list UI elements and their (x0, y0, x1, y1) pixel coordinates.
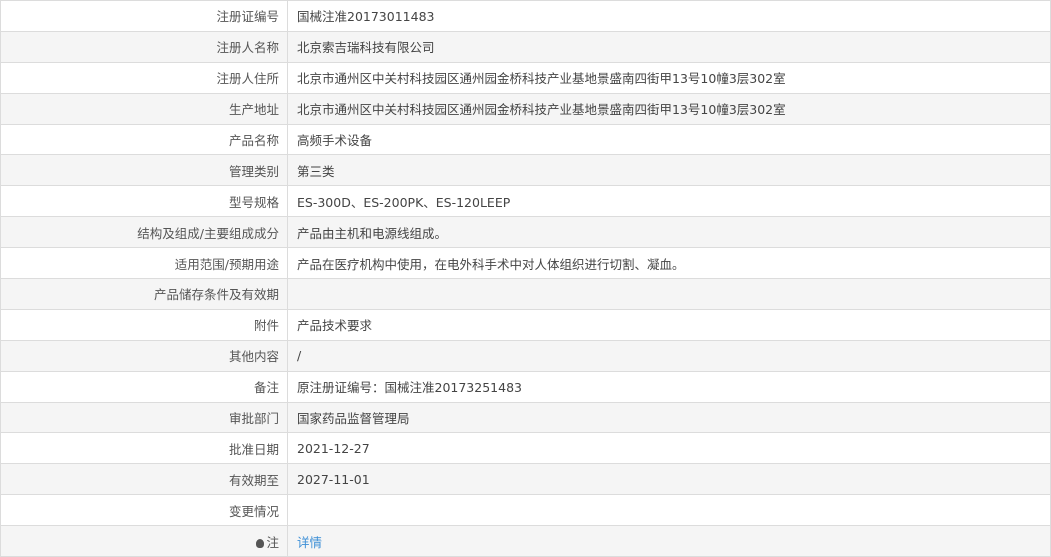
table-row: 生产地址 北京市通州区中关村科技园区通州园金桥科技产业基地景盛南四街甲13号10幢… (0, 92, 1051, 125)
field-value: / (287, 339, 1051, 372)
registration-details-table: 注册证编号 国械注准20173011483 注册人名称 北京索吉瑞科技有限公司 注册人住… (0, 0, 1051, 557)
field-label: 注册证编号 (0, 0, 288, 32)
table-row: 附件 产品技术要求 (0, 308, 1051, 341)
field-value: ES-300D、ES-200PK、ES-120LEEP (287, 185, 1051, 218)
field-value: 产品由主机和电源线组成。 (287, 216, 1051, 249)
note-label-cell: 注 (0, 525, 288, 557)
field-value (287, 278, 1051, 310)
field-label: 有效期至 (0, 463, 288, 496)
details-link[interactable]: 详情 (297, 535, 322, 550)
field-label: 注册人名称 (0, 30, 288, 63)
field-label: 批准日期 (0, 432, 288, 465)
field-label: 适用范围/预期用途 (0, 247, 288, 280)
table-row: 产品名称 高频手术设备 (0, 123, 1051, 156)
note-label: 注 (266, 534, 279, 550)
field-value: 北京市通州区中关村科技园区通州园金桥科技产业基地景盛南四街甲13号10幢3层30… (287, 61, 1051, 94)
field-value: 高频手术设备 (287, 123, 1051, 156)
table-row: 变更情况 (0, 494, 1051, 527)
table-row: 备注 原注册证编号：国械注准20173251483 (0, 370, 1051, 403)
field-label: 产品储存条件及有效期 (0, 278, 288, 310)
field-value (287, 494, 1051, 527)
field-value: 2027-11-01 (287, 463, 1051, 496)
field-label: 备注 (0, 370, 288, 403)
note-row: 注 详情 (0, 525, 1051, 557)
field-value: 国家药品监督管理局 (287, 401, 1051, 434)
table-row: 有效期至 2027-11-01 (0, 463, 1051, 496)
lightbulb-icon (256, 538, 265, 548)
field-label: 其他内容 (0, 339, 288, 372)
table-row: 其他内容 / (0, 339, 1051, 372)
field-label: 生产地址 (0, 92, 288, 125)
table-row: 注册人住所 北京市通州区中关村科技园区通州园金桥科技产业基地景盛南四街甲13号10… (0, 61, 1051, 94)
table-row: 审批部门 国家药品监督管理局 (0, 401, 1051, 434)
field-label: 型号规格 (0, 185, 288, 218)
table-row: 型号规格 ES-300D、ES-200PK、ES-120LEEP (0, 185, 1051, 218)
field-value: 2021-12-27 (287, 432, 1051, 465)
table-row: 注册人名称 北京索吉瑞科技有限公司 (0, 30, 1051, 63)
field-label: 审批部门 (0, 401, 288, 434)
table-row: 结构及组成/主要组成成分 产品由主机和电源线组成。 (0, 216, 1051, 249)
table-row: 产品储存条件及有效期 (0, 278, 1051, 310)
field-value: 原注册证编号：国械注准20173251483 (287, 370, 1051, 403)
field-value: 第三类 (287, 154, 1051, 187)
field-value: 国械注准20173011483 (287, 0, 1051, 32)
table-row: 管理类别 第三类 (0, 154, 1051, 187)
table-row: 注册证编号 国械注准20173011483 (0, 0, 1051, 32)
field-label: 附件 (0, 308, 288, 341)
field-label: 注册人住所 (0, 61, 288, 94)
field-value: 产品在医疗机构中使用，在电外科手术中对人体组织进行切割、凝血。 (287, 247, 1051, 280)
field-value: 北京市通州区中关村科技园区通州园金桥科技产业基地景盛南四街甲13号10幢3层30… (287, 92, 1051, 125)
field-label: 产品名称 (0, 123, 288, 156)
field-label: 结构及组成/主要组成成分 (0, 216, 288, 249)
field-value: 北京索吉瑞科技有限公司 (287, 30, 1051, 63)
table-row: 批准日期 2021-12-27 (0, 432, 1051, 465)
table-row: 适用范围/预期用途 产品在医疗机构中使用，在电外科手术中对人体组织进行切割、凝血。 (0, 247, 1051, 280)
field-label: 变更情况 (0, 494, 288, 527)
field-value: 产品技术要求 (287, 308, 1051, 341)
note-value-cell: 详情 (287, 525, 1051, 557)
field-label: 管理类别 (0, 154, 288, 187)
